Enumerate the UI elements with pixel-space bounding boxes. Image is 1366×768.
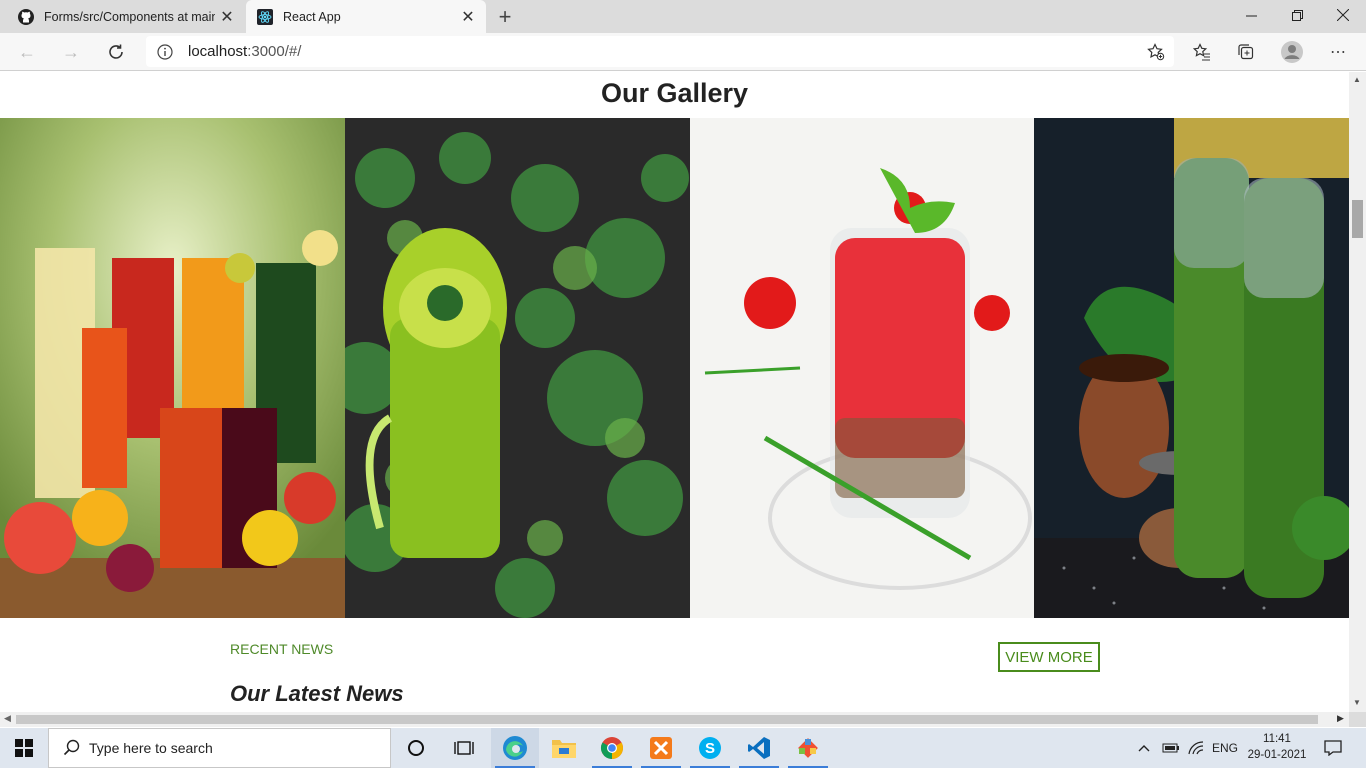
page-viewport: Our Gallery RECENT NEWS VIEW MORE Our La… <box>0 72 1349 712</box>
windows-start-icon[interactable] <box>0 728 48 768</box>
vertical-scroll-thumb[interactable] <box>1352 200 1363 238</box>
spinach-smoothie-image <box>1034 118 1349 618</box>
wifi-icon[interactable] <box>1188 728 1204 768</box>
git-gui-icon[interactable] <box>784 728 832 768</box>
add-favorite-icon[interactable] <box>1146 42 1166 62</box>
search-placeholder: Type here to search <box>89 740 213 756</box>
react-icon <box>257 8 273 25</box>
recent-news-label: RECENT NEWS <box>230 641 334 657</box>
more-menu-icon[interactable]: ⋯ <box>1323 37 1353 67</box>
latest-news-heading: Our Latest News <box>230 681 404 706</box>
edge-browser-icon[interactable] <box>491 728 539 768</box>
tab-title: React App <box>283 9 341 24</box>
clock-date: 29-01-2021 <box>1247 749 1307 761</box>
favorites-icon[interactable] <box>1187 37 1217 67</box>
scroll-left-icon[interactable]: ◀ <box>4 713 11 724</box>
profile-avatar-icon[interactable] <box>1277 37 1307 67</box>
close-tab-icon[interactable]: ✕ <box>215 5 239 29</box>
taskbar: Type here to search S ENG 11:41 29-01-20… <box>0 728 1366 768</box>
vscode-icon[interactable] <box>735 728 783 768</box>
minimize-icon[interactable] <box>1228 0 1274 30</box>
forward-arrow-icon[interactable]: → <box>56 37 86 67</box>
gallery <box>0 118 1349 618</box>
collections-icon[interactable] <box>1231 37 1261 67</box>
show-hidden-icons[interactable] <box>1138 728 1150 768</box>
svg-text:S: S <box>705 740 715 757</box>
scroll-up-icon[interactable]: ▲ <box>1353 75 1361 84</box>
green-smoothie-image <box>345 118 690 618</box>
task-view-icon[interactable] <box>440 728 488 768</box>
horizontal-scroll-thumb[interactable] <box>16 715 1318 724</box>
xampp-icon[interactable] <box>637 728 685 768</box>
battery-icon[interactable] <box>1162 728 1180 768</box>
close-tab-icon[interactable]: ✕ <box>456 5 480 29</box>
restore-icon[interactable] <box>1274 0 1320 30</box>
browser-toolbar: ← → localhost:3000/#/ ⋯ <box>0 33 1366 71</box>
horizontal-scrollbar[interactable]: ◀ ▶ <box>0 712 1349 727</box>
taskbar-search[interactable]: Type here to search <box>48 728 391 768</box>
scroll-down-icon[interactable]: ▼ <box>1353 698 1361 707</box>
tab-react-app[interactable]: React App ✕ <box>246 0 486 33</box>
language-indicator[interactable]: ENG <box>1212 728 1238 768</box>
tomato-juice-image <box>690 118 1034 618</box>
info-icon[interactable] <box>156 43 174 61</box>
cortana-icon[interactable] <box>392 728 440 768</box>
back-arrow-icon[interactable]: ← <box>12 37 42 67</box>
github-icon <box>18 8 34 25</box>
fruit-juices-image <box>0 118 345 618</box>
search-icon <box>63 739 81 757</box>
clock[interactable]: 11:41 29-01-2021 <box>1247 731 1307 763</box>
close-window-icon[interactable] <box>1320 0 1366 30</box>
tab-github[interactable]: Forms/src/Components at main · ✕ <box>0 0 245 33</box>
url-path: :3000/#/ <box>247 43 302 60</box>
file-explorer-icon[interactable] <box>540 728 588 768</box>
url-host: localhost <box>188 43 248 60</box>
skype-icon[interactable]: S <box>686 728 734 768</box>
tab-strip: Forms/src/Components at main · ✕ React A… <box>0 0 1366 33</box>
scroll-right-icon[interactable]: ▶ <box>1337 713 1344 724</box>
clock-time: 11:41 <box>1263 733 1291 745</box>
chrome-icon[interactable] <box>588 728 636 768</box>
tab-title: Forms/src/Components at main · <box>44 9 215 24</box>
vertical-scrollbar[interactable]: ▲ ▼ <box>1349 72 1366 712</box>
view-more-button[interactable]: VIEW MORE <box>998 642 1100 672</box>
scrollbar-corner <box>1349 712 1366 727</box>
url-text: localhost:3000/#/ <box>188 43 301 60</box>
gallery-title: Our Gallery <box>600 78 749 108</box>
reload-icon[interactable] <box>101 37 131 67</box>
notifications-icon[interactable] <box>1324 728 1342 768</box>
new-tab-icon[interactable]: + <box>493 4 517 29</box>
address-bar[interactable]: localhost:3000/#/ <box>146 36 1174 67</box>
